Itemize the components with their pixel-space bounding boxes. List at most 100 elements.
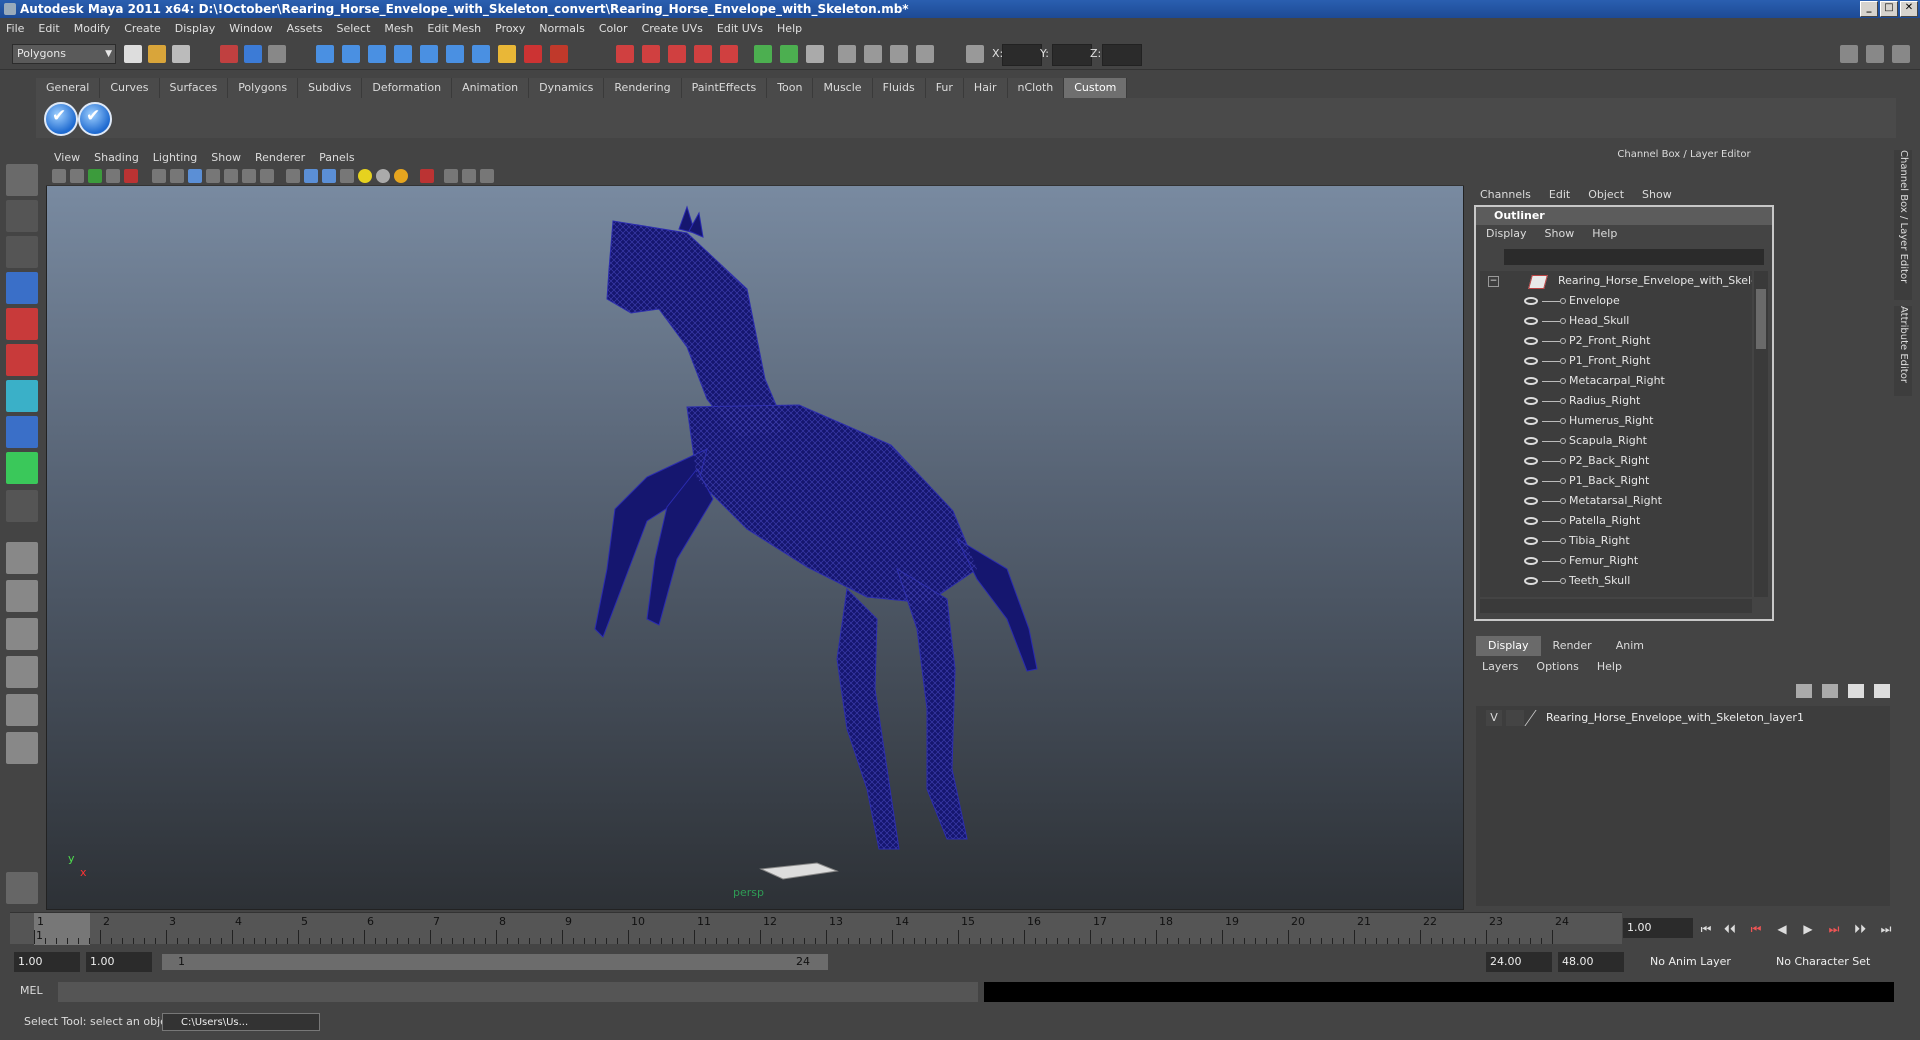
outliner-item[interactable]: Femur_Right — [1480, 551, 1752, 571]
channel-menu-edit[interactable]: Edit — [1549, 188, 1570, 204]
outliner-item[interactable]: P1_Front_Right — [1480, 351, 1752, 371]
hud-icon[interactable] — [480, 169, 494, 183]
outliner-item[interactable]: Radius_Right — [1480, 391, 1752, 411]
playblast-icon[interactable] — [838, 45, 856, 63]
mel-input[interactable] — [58, 982, 978, 1002]
tab-painteffects[interactable]: PaintEffects — [681, 78, 768, 98]
move-tool-icon[interactable] — [6, 272, 38, 304]
outliner-item[interactable]: Humerus_Right — [1480, 411, 1752, 431]
menu-normals[interactable]: Normals — [539, 22, 585, 35]
manipulator-icon[interactable] — [6, 380, 38, 412]
smooth-shade-icon[interactable] — [304, 169, 318, 183]
menu-help[interactable]: Help — [777, 22, 802, 35]
camera-select-icon[interactable] — [52, 169, 66, 183]
menu-proxy[interactable]: Proxy — [495, 22, 525, 35]
tab-fur[interactable]: Fur — [925, 78, 964, 98]
viewport-menu-view[interactable]: View — [54, 151, 80, 164]
tab-ncloth[interactable]: nCloth — [1007, 78, 1065, 98]
select-tool-icon[interactable] — [6, 164, 38, 196]
clipboard-icon[interactable] — [806, 45, 824, 63]
outliner-title-bar[interactable]: Outliner — [1476, 207, 1772, 225]
show-manipulator-icon[interactable] — [6, 452, 38, 484]
layer-menu-options[interactable]: Options — [1536, 660, 1578, 676]
time-slider[interactable]: 1 1 2 3 4 5 6 7 8 9 10 11 12 13 14 15 16 17 18 19 20 21 22 23 2… — [10, 912, 1622, 945]
viewport-persp[interactable] — [46, 148, 1464, 910]
wireframe-icon[interactable] — [286, 169, 300, 183]
outliner-item[interactable]: Metatarsal_Right — [1480, 491, 1752, 511]
play-forwards-icon[interactable]: ▶ — [1800, 922, 1816, 936]
save-scene-icon[interactable] — [172, 45, 190, 63]
layer-menu-layers[interactable]: Layers — [1482, 660, 1518, 676]
film-gate-icon[interactable] — [170, 169, 184, 183]
outliner-item[interactable]: Metacarpal_Right — [1480, 371, 1752, 391]
tab-anim[interactable]: Anim — [1604, 636, 1656, 656]
tab-subdivs[interactable]: Subdivs — [298, 78, 363, 98]
animation-start-field[interactable]: 1.00 — [14, 952, 80, 972]
grid-icon[interactable] — [152, 169, 166, 183]
outliner-layout-icon[interactable] — [6, 618, 38, 650]
layout-channel-box-icon[interactable] — [1892, 45, 1910, 63]
quick-layout-icon[interactable] — [6, 872, 38, 904]
menu-file[interactable]: File — [6, 22, 24, 35]
current-frame-field[interactable]: 1.00 — [1623, 918, 1693, 938]
layer-menu-help[interactable]: Help — [1597, 660, 1622, 676]
menu-select[interactable]: Select — [336, 22, 370, 35]
x-field[interactable] — [1002, 44, 1042, 66]
shadows-icon[interactable] — [376, 169, 390, 183]
horse-wireframe[interactable] — [47, 149, 1465, 911]
character-set-dropdown[interactable]: No Character Set — [1776, 952, 1870, 972]
channel-menu-channels[interactable]: Channels — [1480, 188, 1531, 204]
layout-tool-settings-icon[interactable] — [1866, 45, 1884, 63]
menu-create[interactable]: Create — [124, 22, 161, 35]
outliner-item[interactable]: P1_Back_Right — [1480, 471, 1752, 491]
playback-end-field[interactable]: 24.00 — [1486, 952, 1552, 972]
step-forward-key-icon[interactable]: ⏵⏵ — [1852, 922, 1868, 936]
show-render-icon[interactable] — [780, 45, 798, 63]
tab-polygons[interactable]: Polygons — [228, 78, 299, 98]
tab-animation[interactable]: Animation — [452, 78, 530, 98]
viewport-menu-show[interactable]: Show — [211, 151, 241, 164]
new-layer-selected-icon[interactable] — [1874, 684, 1890, 698]
safe-action-icon[interactable] — [242, 169, 256, 183]
tab-rendering[interactable]: Rendering — [604, 78, 682, 98]
single-pane-icon[interactable] — [6, 542, 38, 574]
tab-muscle[interactable]: Muscle — [813, 78, 873, 98]
select-component-icon[interactable] — [268, 45, 286, 63]
tab-render[interactable]: Render — [1541, 636, 1604, 656]
safe-title-icon[interactable] — [260, 169, 274, 183]
render-frame-icon[interactable] — [616, 45, 634, 63]
layer-row[interactable]: V Rearing_Horse_Envelope_with_Skeleton_l… — [1476, 706, 1890, 730]
menu-mesh[interactable]: Mesh — [384, 22, 413, 35]
select-object-icon[interactable] — [244, 45, 262, 63]
ipr-render-icon[interactable] — [642, 45, 660, 63]
tab-custom[interactable]: Custom — [1064, 78, 1128, 98]
image-plane-icon[interactable] — [106, 169, 120, 183]
play-backwards-icon[interactable]: ◀ — [1774, 922, 1790, 936]
graph-layout-icon[interactable] — [6, 656, 38, 688]
channel-menu-show[interactable]: Show — [1642, 188, 1672, 204]
viewport-menu-panels[interactable]: Panels — [319, 151, 354, 164]
lights-icon[interactable] — [358, 169, 372, 183]
tab-toon[interactable]: Toon — [767, 78, 814, 98]
collapse-icon[interactable]: − — [1488, 276, 1499, 287]
outliner-item[interactable]: P2_Front_Right — [1480, 331, 1752, 351]
snap-plane-icon[interactable] — [394, 45, 412, 63]
last-tool-icon[interactable] — [6, 490, 38, 522]
outliner-item[interactable]: Scapula_Right — [1480, 431, 1752, 451]
menu-window[interactable]: Window — [229, 22, 272, 35]
outliner-menu-help[interactable]: Help — [1592, 227, 1617, 245]
outliner-menu-show[interactable]: Show — [1545, 227, 1575, 245]
four-pane-icon[interactable] — [6, 580, 38, 612]
bookmark-icon[interactable] — [88, 169, 102, 183]
textured-icon[interactable] — [340, 169, 354, 183]
input-ops-icon[interactable] — [550, 45, 568, 63]
viewport-menu-shading[interactable]: Shading — [94, 151, 139, 164]
playback-start-field[interactable]: 1.00 — [86, 952, 152, 972]
paint-select-icon[interactable] — [6, 236, 38, 268]
move-layer-down-icon[interactable] — [1822, 684, 1838, 698]
step-forward-frame-icon[interactable]: ⏭ — [1826, 922, 1842, 936]
outliner-item[interactable]: P2_Back_Right — [1480, 451, 1752, 471]
step-back-frame-icon[interactable]: ⏮ — [1748, 922, 1764, 936]
outliner-menu-display[interactable]: Display — [1486, 227, 1527, 245]
transform-icon[interactable] — [916, 45, 934, 63]
